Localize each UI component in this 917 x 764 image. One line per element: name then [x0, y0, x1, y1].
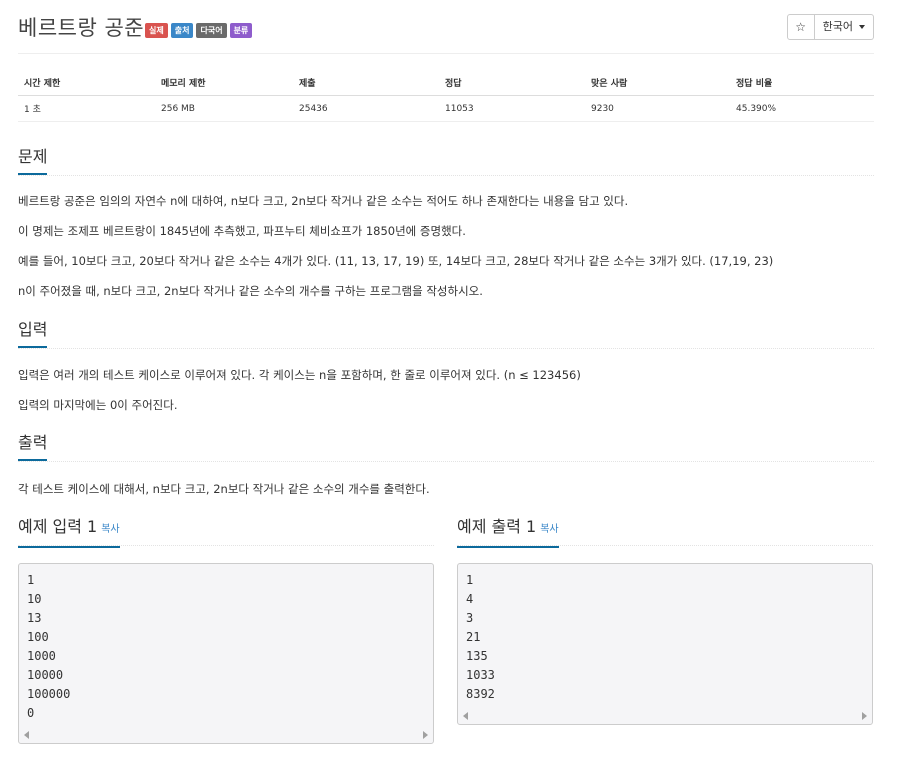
problem-stats-table: 시간 제한 메모리 제한 제출 정답 맞은 사람 정답 비율 1 초 256 M…	[18, 70, 874, 122]
stats-header-row: 시간 제한 메모리 제한 제출 정답 맞은 사람 정답 비율	[18, 70, 874, 96]
horizontal-scrollbar[interactable]	[458, 708, 872, 724]
stats-header-ratio: 정답 비율	[736, 79, 773, 89]
sample-output-line: 3	[466, 611, 474, 625]
sample-input-line: 1000	[27, 649, 56, 663]
sample-output-section: 예제 출력 1 복사 1 4 3 21 135 1033 8392	[457, 516, 873, 725]
input-paragraph: 입력은 여러 개의 테스트 케이스로 이루어져 있다. 각 케이스는 n을 포함…	[18, 368, 581, 382]
input-title: 입력	[18, 319, 48, 348]
header-actions: ☆ 한국어	[786, 14, 874, 40]
copy-sample-input-button[interactable]: 복사	[101, 524, 119, 535]
sample-output-line: 4	[466, 592, 474, 606]
scroll-left-icon[interactable]	[24, 731, 29, 739]
scroll-right-icon[interactable]	[862, 712, 867, 720]
sample-output-title: 예제 출력 1	[457, 517, 537, 536]
sample-output-lines: 1 4 3 21 135 1033 8392	[458, 564, 872, 708]
scroll-right-icon[interactable]	[423, 731, 428, 739]
output-section-header: 출력	[18, 432, 874, 462]
copy-sample-output-button[interactable]: 복사	[540, 524, 558, 535]
sample-output-line: 21	[466, 630, 481, 644]
description-section-header: 문제	[18, 146, 874, 176]
sample-input-line: 0	[27, 706, 35, 720]
language-label: 한국어	[822, 20, 853, 33]
sample-output-line: 8392	[466, 687, 495, 701]
sample-output-line: 135	[466, 649, 488, 663]
description-paragraph: 베르트랑 공준은 임의의 자연수 n에 대하여, n보다 크고, 2n보다 작거…	[18, 194, 629, 208]
caret-down-icon	[859, 25, 865, 29]
output-paragraph: 각 테스트 케이스에 대해서, n보다 크고, 2n보다 작거나 같은 소수의 …	[18, 482, 430, 496]
sample-output-title-wrap: 예제 출력 1 복사	[457, 516, 559, 548]
page-title: 베르트랑 공준	[18, 16, 145, 40]
description-paragraph: 예를 들어, 10보다 크고, 20보다 작거나 같은 소수는 4개가 있다. …	[18, 254, 774, 268]
sample-output-line: 1033	[466, 668, 495, 682]
stats-accepted[interactable]: 11053	[439, 104, 585, 114]
sample-output-header: 예제 출력 1 복사	[457, 516, 873, 548]
input-paragraph: 입력의 마지막에는 0이 주어진다.	[18, 398, 178, 412]
stats-memory-limit: 256 MB	[161, 103, 195, 114]
sample-input-lines: 1 10 13 100 1000 10000 100000 0	[19, 564, 433, 727]
stats-header-submissions: 제출	[299, 79, 316, 89]
horizontal-scrollbar[interactable]	[19, 727, 433, 743]
sample-input-line: 1	[27, 573, 35, 587]
stats-ratio: 45.390%	[736, 103, 777, 114]
input-section-header: 입력	[18, 319, 874, 349]
stats-header-memory-limit: 메모리 제한	[161, 79, 206, 89]
output-title: 출력	[18, 432, 48, 461]
sample-input-box[interactable]: 1 10 13 100 1000 10000 100000 0	[18, 563, 434, 744]
sample-output-line: 1	[466, 573, 474, 587]
stats-header-solvers: 맞은 사람	[591, 79, 628, 89]
stats-value-row: 1 초 256 MB 25436 11053 9230 45.390%	[18, 96, 874, 122]
stats-solvers[interactable]: 9230	[585, 104, 730, 114]
description-paragraph: n이 주어졌을 때, n보다 크고, 2n보다 작거나 같은 소수의 개수를 구…	[18, 284, 483, 298]
description-title: 문제	[18, 146, 48, 175]
stats-time-limit: 1 초	[24, 105, 41, 115]
sample-input-section: 예제 입력 1 복사 1 10 13 100 1000 10000 100000 …	[18, 516, 434, 744]
badge-category[interactable]: 분류	[229, 23, 253, 38]
sample-input-line: 10	[27, 592, 42, 606]
stats-header-time-limit: 시간 제한	[24, 79, 61, 89]
sample-input-line: 13	[27, 611, 42, 625]
sample-output-box[interactable]: 1 4 3 21 135 1033 8392	[457, 563, 873, 725]
star-icon: ☆	[795, 20, 806, 34]
language-dropdown[interactable]: 한국어	[814, 14, 874, 40]
stats-submissions[interactable]: 25436	[293, 104, 439, 114]
badge-solved[interactable]: 실제	[145, 23, 168, 38]
favorite-star-button[interactable]: ☆	[786, 14, 815, 40]
stats-header-accepted: 정답	[445, 79, 462, 89]
badge-source[interactable]: 출처	[170, 23, 194, 38]
sample-input-title: 예제 입력 1	[18, 517, 98, 536]
sample-input-title-wrap: 예제 입력 1 복사	[18, 516, 120, 548]
sample-input-line: 100	[27, 630, 49, 644]
description-paragraph: 이 명제는 조제프 베르트랑이 1845년에 추측했고, 파프누티 체비쇼프가 …	[18, 224, 466, 238]
badge-multilang[interactable]: 다국어	[196, 23, 227, 38]
badge-group: 실제 출처 다국어 분류	[145, 23, 253, 38]
sample-input-line: 100000	[27, 687, 71, 701]
sample-input-header: 예제 입력 1 복사	[18, 516, 434, 548]
problem-header: 베르트랑 공준 실제 출처 다국어 분류 ☆ 한국어	[18, 14, 874, 54]
header-divider	[18, 53, 874, 54]
sample-input-line: 10000	[27, 668, 64, 682]
scroll-left-icon[interactable]	[463, 712, 468, 720]
